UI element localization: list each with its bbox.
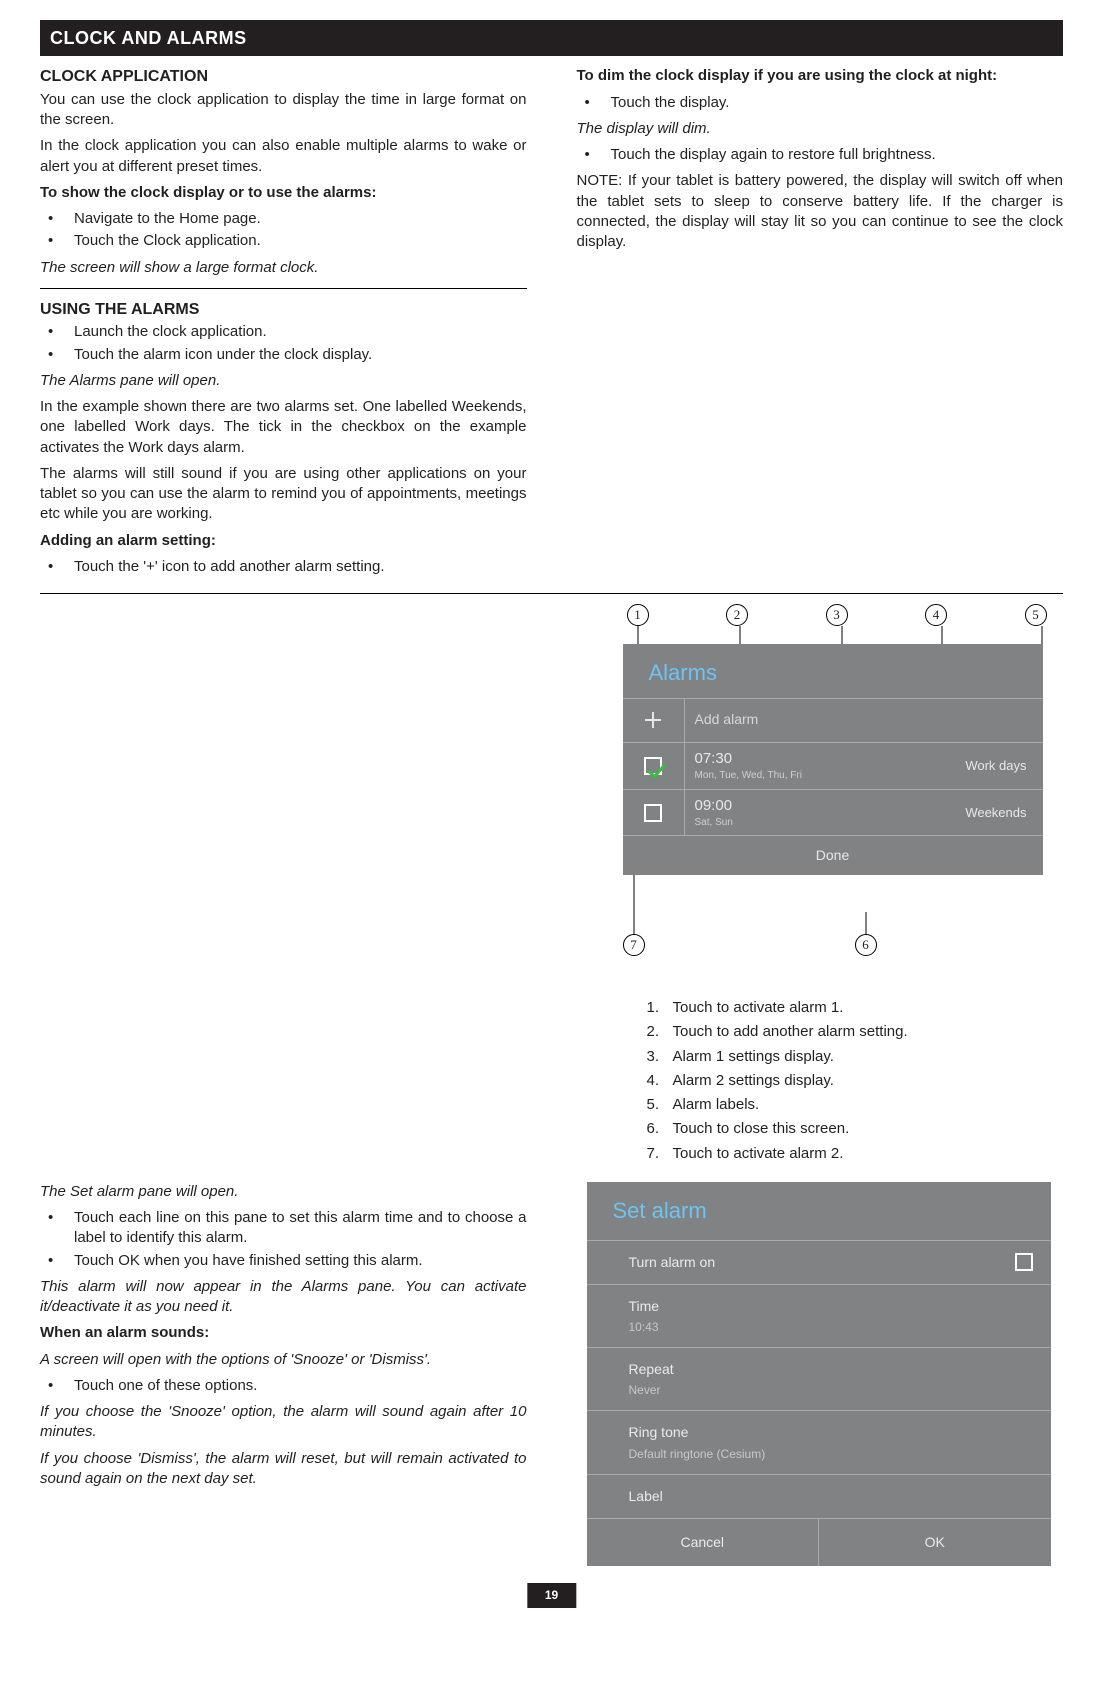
para-bold: To show the clock display or to use the …: [40, 183, 527, 203]
ok-button[interactable]: OK: [819, 1519, 1051, 1566]
turn-alarm-on-row[interactable]: Turn alarm on: [587, 1240, 1051, 1284]
repeat-row[interactable]: Repeat Never: [587, 1347, 1051, 1410]
legend-num: 2.: [647, 1022, 673, 1042]
legend-num: 6.: [647, 1119, 673, 1139]
callout-5: 5: [1025, 604, 1047, 626]
time-value: 10:43: [629, 1319, 660, 1335]
plus-icon[interactable]: [644, 711, 662, 729]
bullet: Touch OK when you have finished setting …: [40, 1251, 527, 1271]
label-label: Label: [629, 1487, 663, 1506]
bullet: Launch the clock application.: [40, 322, 527, 342]
legend-text: Alarm labels.: [673, 1096, 760, 1113]
left-column-3: The Set alarm pane will open. Touch each…: [40, 1182, 527, 1566]
para-italic: A screen will open with the options of '…: [40, 1350, 527, 1370]
heading-using-alarms: USING THE ALARMS: [40, 299, 527, 321]
legend-num: 7.: [647, 1144, 673, 1164]
bullet: Touch the Clock application.: [40, 231, 527, 251]
bullet: Touch the display again to restore full …: [577, 145, 1064, 165]
cancel-button[interactable]: Cancel: [587, 1519, 820, 1566]
para-italic: The Alarms pane will open.: [40, 371, 527, 391]
alarm1-label: Work days: [965, 757, 1042, 775]
right-column-figure: 1 2 3 4 5 7 6: [577, 604, 1064, 1168]
alarms-figure: 1 2 3 4 5 7 6: [577, 604, 1064, 984]
alarm2-time: 09:00: [695, 796, 956, 816]
bullet: Touch the alarm icon under the clock dis…: [40, 345, 527, 365]
legend-text: Alarm 2 settings display.: [673, 1072, 834, 1089]
para-italic: The Set alarm pane will open.: [40, 1182, 527, 1202]
turn-alarm-on-checkbox[interactable]: [1015, 1253, 1033, 1271]
para: You can use the clock application to dis…: [40, 90, 527, 131]
callout-1: 1: [627, 604, 649, 626]
turn-alarm-on-label: Turn alarm on: [629, 1253, 716, 1272]
para-italic: The screen will show a large format cloc…: [40, 258, 527, 278]
bullet: Touch each line on this pane to set this…: [40, 1208, 527, 1249]
add-alarm-row[interactable]: Add alarm: [623, 699, 1043, 743]
legend-text: Alarm 1 settings display.: [673, 1048, 834, 1065]
alarm2-days: Sat, Sun: [695, 816, 956, 830]
set-alarm-title: Set alarm: [587, 1182, 1051, 1240]
alarm1-days: Mon, Tue, Wed, Thu, Fri: [695, 769, 956, 783]
para-italic: This alarm will now appear in the Alarms…: [40, 1277, 527, 1318]
set-alarm-panel: Set alarm Turn alarm on Time 10:43 Repea…: [587, 1182, 1051, 1566]
bullet: Navigate to the Home page.: [40, 209, 527, 229]
right-column-setalarm: Set alarm Turn alarm on Time 10:43 Repea…: [577, 1182, 1064, 1566]
time-label: Time: [629, 1298, 660, 1314]
para-italic: The display will dim.: [577, 119, 1064, 139]
right-column-top: To dim the clock display if you are usin…: [577, 66, 1064, 583]
legend-num: 1.: [647, 998, 673, 1018]
left-column: CLOCK APPLICATION You can use the clock …: [40, 66, 527, 583]
alarms-pane-title: Alarms: [623, 644, 1043, 699]
para-bold: To dim the clock display if you are usin…: [577, 66, 1064, 86]
callout-4: 4: [925, 604, 947, 626]
alarm2-checkbox[interactable]: [644, 804, 662, 822]
section-title-bar: CLOCK AND ALARMS: [40, 20, 1063, 56]
alarms-panel: Alarms Add alarm 07:30 Mon, Tue, Wed, Th…: [623, 644, 1043, 875]
legend-num: 4.: [647, 1071, 673, 1091]
add-alarm-label: Add alarm: [695, 711, 759, 727]
legend-num: 5.: [647, 1095, 673, 1115]
bullet: Touch one of these options.: [40, 1376, 527, 1396]
para-italic: If you choose 'Dismiss', the alarm will …: [40, 1449, 527, 1490]
legend-num: 3.: [647, 1047, 673, 1067]
ringtone-row[interactable]: Ring tone Default ringtone (Cesium): [587, 1410, 1051, 1473]
para: In the example shown there are two alarm…: [40, 397, 527, 458]
alarm1-checkbox[interactable]: [644, 757, 662, 775]
left-column-2: [40, 604, 527, 1168]
legend-text: Touch to activate alarm 2.: [673, 1145, 844, 1162]
repeat-value: Never: [629, 1382, 674, 1398]
bullet: Touch the display.: [577, 93, 1064, 113]
para-bold: Adding an alarm setting:: [40, 531, 527, 551]
ringtone-label: Ring tone: [629, 1424, 689, 1440]
label-row[interactable]: Label: [587, 1474, 1051, 1518]
time-row[interactable]: Time 10:43: [587, 1284, 1051, 1347]
callout-2: 2: [726, 604, 748, 626]
ringtone-value: Default ringtone (Cesium): [629, 1446, 766, 1462]
para-bold: When an alarm sounds:: [40, 1323, 527, 1343]
callout-6: 6: [855, 934, 877, 956]
alarm-row-1[interactable]: 07:30 Mon, Tue, Wed, Thu, Fri Work days: [623, 743, 1043, 790]
para: The alarms will still sound if you are u…: [40, 464, 527, 525]
alarm1-time: 07:30: [695, 749, 956, 769]
legend-text: Touch to add another alarm setting.: [673, 1023, 908, 1040]
divider: [40, 288, 527, 289]
alarm2-label: Weekends: [965, 804, 1042, 822]
page-number: 19: [527, 1583, 576, 1607]
done-button[interactable]: Done: [623, 836, 1043, 875]
para-note: NOTE: If your tablet is battery powered,…: [577, 171, 1064, 252]
heading-clock-application: CLOCK APPLICATION: [40, 66, 527, 88]
para-italic: If you choose the 'Snooze' option, the a…: [40, 1402, 527, 1443]
callout-3: 3: [826, 604, 848, 626]
para: In the clock application you can also en…: [40, 136, 527, 177]
alarm-row-2[interactable]: 09:00 Sat, Sun Weekends: [623, 790, 1043, 837]
figure-legend: 1.Touch to activate alarm 1. 2.Touch to …: [647, 998, 1064, 1164]
bullet: Touch the '+' icon to add another alarm …: [40, 557, 527, 577]
callout-7: 7: [623, 934, 645, 956]
legend-text: Touch to close this screen.: [673, 1120, 850, 1137]
divider: [40, 593, 1063, 594]
repeat-label: Repeat: [629, 1361, 674, 1377]
legend-text: Touch to activate alarm 1.: [673, 999, 844, 1016]
